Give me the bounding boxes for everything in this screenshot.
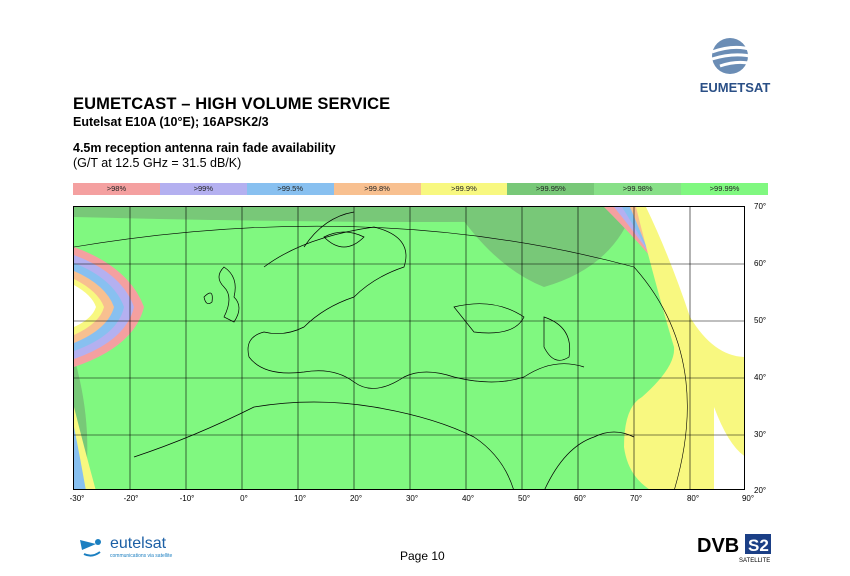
eutelsat-wordmark: eutelsat (110, 535, 167, 552)
map-description: 4.5m reception antenna rain fade availab… (73, 141, 336, 155)
page-title: EUMETCAST – HIGH VOLUME SERVICE (73, 95, 391, 113)
lon-label: 40° (461, 494, 475, 503)
lon-label: 30° (405, 494, 419, 503)
dvb-wordmark: DVB (697, 535, 739, 557)
lat-label: 50° (754, 316, 767, 325)
dvb-satellite-label: SATELLITE (739, 558, 770, 564)
coverage-map (73, 206, 745, 490)
dvb-s2-mark: S2 (748, 536, 769, 555)
lat-label: 60° (754, 259, 767, 268)
lat-label: 20° (754, 486, 767, 495)
legend-item: >99.99% (681, 183, 768, 195)
eutelsat-logo: eutelsat communications via satellite (78, 532, 188, 565)
eumetsat-wordmark: EUMETSAT (700, 80, 771, 95)
legend-item: >99.5% (246, 183, 334, 195)
legend: >98% >99% >99.5% >99.8% >99.9% >99.95% >… (73, 183, 768, 195)
lon-label: 0° (240, 494, 248, 503)
legend-item: >99.9% (420, 183, 508, 195)
eumetsat-logo: EUMETSAT (690, 32, 780, 102)
lon-label: -20° (123, 494, 139, 503)
lat-label: 40° (754, 373, 767, 382)
lon-label: 90° (741, 494, 755, 503)
legend-item: >99.8% (333, 183, 421, 195)
dvb-s2-logo: DVB S2 SATELLITE (695, 532, 775, 569)
eutelsat-tagline: communications via satellite (110, 553, 172, 559)
lon-label: 20° (349, 494, 363, 503)
legend-item: >99.98% (594, 183, 682, 195)
lon-label: -30° (69, 494, 85, 503)
lon-label: 50° (517, 494, 531, 503)
page-subtitle: Eutelsat E10A (10°E); 16APSK2/3 (73, 115, 269, 129)
lon-label: 80° (686, 494, 700, 503)
lon-label: -10° (179, 494, 195, 503)
lat-label: 70° (754, 202, 767, 211)
legend-item: >99% (159, 183, 247, 195)
legend-item: >98% (73, 183, 160, 195)
lat-label: 30° (754, 430, 767, 439)
lon-label: 10° (293, 494, 307, 503)
lon-label: 70° (629, 494, 643, 503)
legend-item: >99.95% (507, 183, 595, 195)
map-description-note: (G/T at 12.5 GHz = 31.5 dB/K) (73, 156, 242, 170)
lon-label: 60° (573, 494, 587, 503)
page-number: Page 10 (400, 549, 445, 563)
